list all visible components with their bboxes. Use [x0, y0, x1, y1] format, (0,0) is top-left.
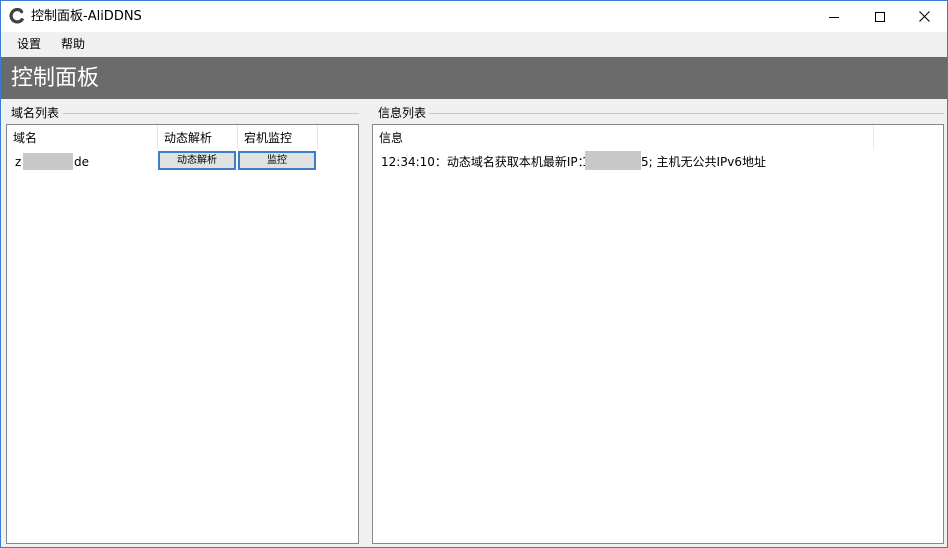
info-group-divider: [429, 113, 944, 114]
minimize-button[interactable]: [811, 1, 857, 32]
maximize-icon: [875, 11, 885, 22]
maximize-button[interactable]: [857, 1, 903, 32]
domain-name-suffix: de: [74, 155, 89, 169]
redacted-domain: [23, 153, 73, 170]
minimize-icon: [829, 16, 839, 18]
monitor-button[interactable]: 监控: [238, 151, 316, 170]
page-title: 控制面板: [11, 66, 100, 91]
header-banner: 控制面板: [1, 57, 947, 99]
column-header-label: 信息: [379, 131, 404, 145]
window-title: 控制面板-AliDDNS: [31, 9, 142, 24]
column-header-label: 域名: [13, 131, 38, 145]
column-header-ddns[interactable]: 动态解析: [158, 125, 238, 149]
menu-help[interactable]: 帮助: [61, 36, 85, 52]
log-message-prefix: 12:34:10：动态域名获取本机最新IP：: [381, 155, 590, 169]
redacted-ip: [585, 151, 641, 170]
ddns-button[interactable]: 动态解析: [158, 151, 236, 170]
column-header-label: 宕机监控: [244, 131, 293, 145]
title-bar: 控制面板-AliDDNS: [1, 1, 947, 32]
domain-group-divider: [63, 113, 359, 114]
menu-bar: 设置 帮助: [1, 32, 947, 57]
close-icon: [918, 11, 930, 22]
log-message-suffix: 5; 主机无公共IPv6地址: [641, 155, 767, 169]
domain-list[interactable]: 域名 动态解析 宕机监控 z de 动态解析 监控: [6, 124, 359, 544]
info-list[interactable]: 信息 12:34:10：动态域名获取本机最新IP： 1 5; 主机无公共IPv6…: [372, 124, 944, 544]
close-button[interactable]: [901, 1, 947, 32]
column-header-monitor[interactable]: 宕机监控: [238, 125, 318, 149]
domain-group-label: 域名列表: [11, 105, 63, 121]
column-header-domain[interactable]: 域名: [7, 125, 158, 149]
aliddns-app-icon: [9, 8, 25, 24]
info-group-label: 信息列表: [378, 105, 430, 121]
domain-name-prefix: z: [15, 155, 22, 169]
menu-settings[interactable]: 设置: [17, 36, 41, 52]
column-header-info[interactable]: 信息: [373, 125, 874, 149]
column-header-label: 动态解析: [164, 131, 213, 145]
